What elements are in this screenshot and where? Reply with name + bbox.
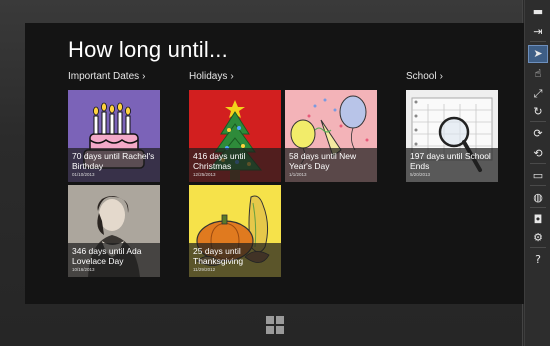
rotate-icon[interactable]: ↻ bbox=[529, 104, 547, 120]
toolbar-divider bbox=[530, 163, 546, 164]
toolbar-divider bbox=[530, 41, 546, 42]
tile-caption: 70 days until Rachel's Birthday 01/10/20… bbox=[68, 148, 160, 182]
group-header-school[interactable]: School › bbox=[406, 71, 443, 82]
tile-date: 11/29/2012 bbox=[193, 267, 216, 272]
simulator-toolbar: ▬ ⇥ ➤ ☝ ⤢ ↻ ⟳ ⟲ ▭ ◍ ◘ ⚙ ? bbox=[524, 0, 550, 346]
tile-date: 1/1/2013 bbox=[289, 172, 307, 177]
simulator-bezel: How long until... Important Dates › Holid… bbox=[0, 0, 528, 346]
tile-new-years-day[interactable]: 58 days until New Year's Day 1/1/2013 bbox=[285, 90, 377, 182]
pinch-zoom-icon[interactable]: ⤢ bbox=[529, 86, 547, 102]
tile-date: 12/25/2013 bbox=[193, 172, 216, 177]
tile-rachels-birthday[interactable]: 70 days until Rachel's Birthday 01/10/20… bbox=[68, 90, 160, 182]
touch-mode-icon[interactable]: ☝ bbox=[529, 66, 547, 82]
chevron-right-icon: › bbox=[142, 71, 146, 82]
windows-start-button[interactable] bbox=[266, 316, 284, 334]
tile-christmas[interactable]: 416 days until Christmas 12/25/2013 bbox=[189, 90, 281, 182]
toolbar-divider bbox=[530, 121, 546, 122]
help-icon[interactable]: ? bbox=[529, 252, 547, 268]
resolution-icon[interactable]: ▭ bbox=[529, 168, 547, 184]
screenshot-icon[interactable]: ◘ bbox=[529, 212, 547, 228]
tile-school-ends[interactable]: 197 days until School Ends 5/20/2013 bbox=[406, 90, 498, 182]
tile-date: 5/20/2013 bbox=[410, 172, 431, 177]
tile-title: 58 days until New Year's Day bbox=[289, 151, 357, 171]
toolbar-divider bbox=[530, 185, 546, 186]
windows-logo-icon bbox=[266, 316, 274, 324]
minimize-icon[interactable]: ▬ bbox=[529, 4, 547, 20]
tile-caption: 25 days until Thanksgiving 11/29/2012 bbox=[189, 243, 281, 277]
chevron-right-icon: › bbox=[439, 71, 443, 82]
rotate-clockwise-icon[interactable]: ⟳ bbox=[529, 126, 547, 142]
app-screen: How long until... Important Dates › Holid… bbox=[25, 23, 528, 304]
mouse-mode-icon[interactable]: ➤ bbox=[528, 45, 548, 63]
tile-date: 01/10/2013 bbox=[72, 172, 95, 177]
tile-title: 416 days until Christmas bbox=[193, 151, 246, 171]
settings-icon[interactable]: ⚙ bbox=[529, 230, 547, 246]
tile-title: 197 days until School Ends bbox=[410, 151, 491, 171]
tile-caption: 416 days until Christmas 12/25/2013 bbox=[189, 148, 281, 182]
tile-title: 25 days until Thanksgiving bbox=[193, 246, 244, 266]
tile-caption: 346 days until Ada Lovelace Day 10/16/20… bbox=[68, 243, 160, 277]
tile-caption: 58 days until New Year's Day 1/1/2013 bbox=[285, 148, 377, 182]
group-label: Important Dates bbox=[68, 71, 140, 82]
tile-thanksgiving[interactable]: 25 days until Thanksgiving 11/29/2012 bbox=[189, 185, 281, 277]
tile-caption: 197 days until School Ends 5/20/2013 bbox=[406, 148, 498, 182]
location-icon[interactable]: ◍ bbox=[529, 190, 547, 206]
tile-title: 346 days until Ada Lovelace Day bbox=[72, 246, 142, 266]
tile-date: 10/16/2013 bbox=[72, 267, 95, 272]
group-header-holidays[interactable]: Holidays › bbox=[189, 71, 234, 82]
group-label: School bbox=[406, 71, 437, 82]
tile-title: 70 days until Rachel's Birthday bbox=[72, 151, 155, 171]
rotate-counterclockwise-icon[interactable]: ⟲ bbox=[529, 146, 547, 162]
group-header-important-dates[interactable]: Important Dates › bbox=[68, 71, 146, 82]
toolbar-divider bbox=[530, 247, 546, 248]
group-label: Holidays bbox=[189, 71, 228, 82]
pin-icon[interactable]: ⇥ bbox=[529, 24, 547, 40]
chevron-right-icon: › bbox=[230, 71, 234, 82]
toolbar-divider bbox=[530, 207, 546, 208]
page-title: How long until... bbox=[68, 37, 228, 62]
tile-ada-lovelace-day[interactable]: 346 days until Ada Lovelace Day 10/16/20… bbox=[68, 185, 160, 277]
